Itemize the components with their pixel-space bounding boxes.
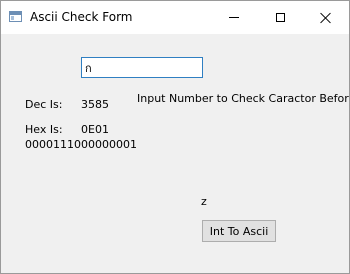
minimize-icon bbox=[229, 17, 239, 18]
title-bar[interactable]: Ascii Check Form bbox=[1, 1, 349, 34]
dec-label: Dec Is: bbox=[25, 98, 63, 111]
instruction-label: Input Number to Check Caractor Before Pu… bbox=[137, 92, 349, 105]
window-title: Ascii Check Form bbox=[30, 10, 133, 24]
int-to-ascii-button[interactable]: Int To Ascii bbox=[202, 220, 276, 242]
hex-label: Hex Is: bbox=[25, 123, 63, 136]
int-to-ascii-button-label: Int To Ascii bbox=[209, 224, 269, 238]
character-input[interactable] bbox=[81, 57, 203, 78]
ascii-check-window: Ascii Check Form Input Number to Check C… bbox=[0, 0, 350, 274]
maximize-icon bbox=[275, 13, 285, 22]
minimize-button[interactable] bbox=[211, 1, 257, 34]
hex-value: 0E01 bbox=[81, 123, 109, 136]
close-button[interactable] bbox=[303, 1, 349, 34]
maximize-button[interactable] bbox=[257, 1, 303, 34]
binary-value: 0000111000000001 bbox=[25, 138, 137, 151]
close-icon bbox=[320, 12, 332, 24]
window-app-icon bbox=[9, 11, 22, 22]
dec-value: 3585 bbox=[81, 98, 109, 111]
result-character: z bbox=[201, 195, 207, 208]
